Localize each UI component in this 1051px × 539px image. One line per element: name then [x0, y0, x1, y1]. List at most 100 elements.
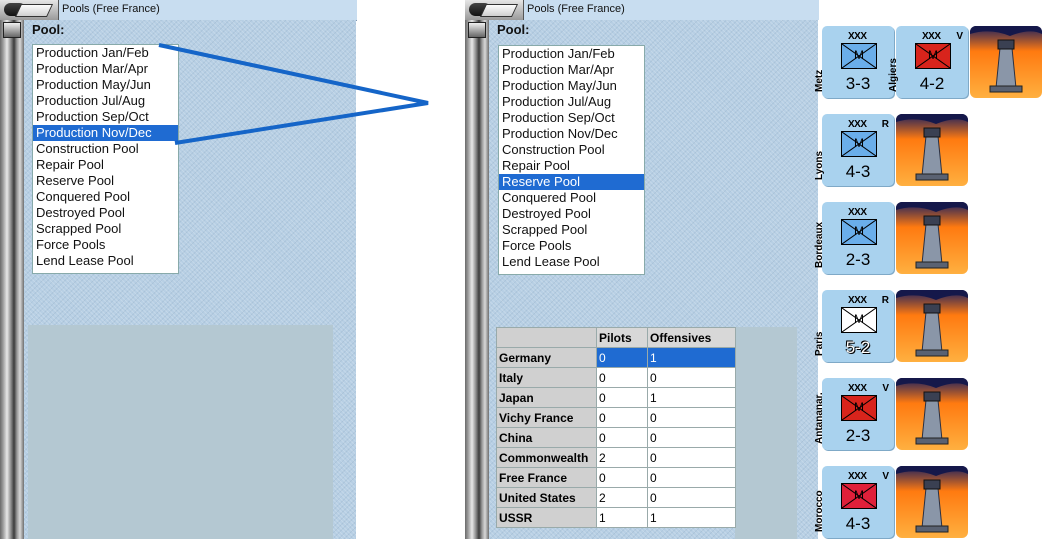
pool-list-item[interactable]: Scrapped Pool — [499, 222, 644, 238]
unit-counter-morocco[interactable]: Morocco XXX V M 4-3 — [814, 466, 894, 538]
pool-list-item[interactable]: Force Pools — [33, 237, 178, 253]
pool-list-item[interactable]: Production Jul/Aug — [499, 94, 644, 110]
pool-listbox[interactable]: Production Jan/Feb Production Mar/Apr Prod… — [32, 44, 179, 274]
unit-flag: V — [882, 383, 889, 394]
table-row[interactable]: Italy 0 0 — [496, 367, 736, 388]
unit-strength: 4-3 — [845, 514, 871, 533]
pool-list-item[interactable]: Production Jan/Feb — [499, 46, 644, 62]
pool-list-item[interactable]: Production Mar/Apr — [499, 62, 644, 78]
table-row[interactable]: USSR 1 1 — [496, 507, 736, 528]
pool-list-item[interactable]: Production Jan/Feb — [33, 45, 178, 61]
offensives-cell[interactable]: 1 — [647, 507, 736, 528]
lighthouse-icon[interactable] — [896, 114, 968, 186]
unit-symbol-icon: M — [841, 483, 877, 509]
table-row[interactable]: Germany 0 1 — [496, 347, 736, 368]
lighthouse-icon[interactable] — [896, 202, 968, 274]
pool-label: Pool: — [497, 22, 530, 37]
pool-list-item[interactable]: Force Pools — [499, 238, 644, 254]
unit-counter-bordeaux[interactable]: Bordeaux XXX M 2-3 — [814, 202, 894, 274]
pool-list-item[interactable]: Conquered Pool — [499, 190, 644, 206]
right-rail[interactable] — [465, 20, 489, 539]
right-title-bar: Pools (Free France) — [465, 0, 819, 21]
pilots-cell[interactable]: 0 — [596, 467, 648, 488]
pool-list-item[interactable]: Repair Pool — [499, 158, 644, 174]
offensives-cell[interactable]: 1 — [647, 387, 736, 408]
unit-counter-paris[interactable]: Paris XXX R M 5-2 — [814, 290, 894, 362]
pool-list-item[interactable]: Production Mar/Apr — [33, 61, 178, 77]
pool-list-item[interactable]: Production Nov/Dec — [499, 126, 644, 142]
table-row[interactable]: Vichy France 0 0 — [496, 407, 736, 428]
pool-list-item[interactable]: Lend Lease Pool — [33, 253, 178, 269]
offensives-cell[interactable]: 1 — [647, 347, 736, 368]
unit-counter-column: Metz XXX M 3-3 Algiers XXX V M 4-2 Lyons XXX R M 4-3 B… — [814, 20, 1051, 539]
unit-size: XXX — [922, 31, 941, 42]
pool-list-item[interactable]: Conquered Pool — [33, 189, 178, 205]
pool-list-item[interactable]: Production May/Jun — [499, 78, 644, 94]
unit-symbol-icon: M — [841, 219, 877, 245]
pilots-cell[interactable]: 0 — [596, 367, 648, 388]
pool-list-item[interactable]: Production Jul/Aug — [33, 93, 178, 109]
pool-list-item[interactable]: Production May/Jun — [33, 77, 178, 93]
offensives-column-header[interactable]: Offensives — [647, 327, 736, 348]
table-row[interactable]: Commonwealth 2 0 — [496, 447, 736, 468]
table-row[interactable]: United States 2 0 — [496, 487, 736, 508]
unit-flag: R — [881, 119, 889, 130]
pool-list-item[interactable]: Production Nov/Dec — [33, 125, 178, 141]
offensives-cell[interactable]: 0 — [647, 427, 736, 448]
offensives-cell[interactable]: 0 — [647, 467, 736, 488]
pilots-cell[interactable]: 1 — [596, 507, 648, 528]
left-rail[interactable] — [0, 20, 24, 539]
lighthouse-icon[interactable] — [896, 466, 968, 538]
unit-size: XXX — [848, 295, 867, 306]
left-pools-window: Pools (Free France) Pool: Production Jan… — [0, 0, 357, 539]
unit-counter-algiers[interactable]: Algiers XXX V M 4-2 — [888, 26, 968, 98]
pool-list-item[interactable]: Reserve Pool — [33, 173, 178, 189]
pool-list-item[interactable]: Construction Pool — [499, 142, 644, 158]
table-row[interactable]: China 0 0 — [496, 427, 736, 448]
pool-list-item[interactable]: Repair Pool — [33, 157, 178, 173]
table-row[interactable]: Japan 0 1 — [496, 387, 736, 408]
window-title: Pools (Free France) — [527, 3, 625, 15]
offensives-cell[interactable]: 0 — [647, 367, 736, 388]
pilots-cell[interactable]: 0 — [596, 387, 648, 408]
offensives-cell[interactable]: 0 — [647, 447, 736, 468]
pilots-cell[interactable]: 0 — [596, 347, 648, 368]
lighthouse-icon[interactable] — [970, 26, 1042, 98]
pilots-cell[interactable]: 2 — [596, 487, 648, 508]
pool-list-item[interactable]: Production Sep/Oct — [499, 110, 644, 126]
unit-flag: V — [882, 471, 889, 482]
pool-list-item[interactable]: Construction Pool — [33, 141, 178, 157]
pool-list-item[interactable]: Lend Lease Pool — [499, 254, 644, 270]
title-gap — [357, 0, 465, 20]
lighthouse-icon[interactable] — [896, 290, 968, 362]
pool-list-item[interactable]: Destroyed Pool — [499, 206, 644, 222]
window-menu-icon[interactable] — [0, 0, 59, 20]
pool-list-item[interactable]: Production Sep/Oct — [33, 109, 178, 125]
offensives-cell[interactable]: 0 — [647, 407, 736, 428]
table-corner-header — [496, 327, 597, 348]
pool-listbox[interactable]: Production Jan/Feb Production Mar/Apr Prod… — [498, 45, 645, 275]
unit-symbol-icon: M — [841, 43, 877, 69]
window-menu-icon[interactable] — [465, 0, 524, 20]
country-cell: Japan — [496, 387, 597, 408]
pilots-cell[interactable]: 0 — [596, 407, 648, 428]
divider-gap — [357, 20, 465, 539]
lighthouse-icon[interactable] — [896, 378, 968, 450]
pilots-cell[interactable]: 2 — [596, 447, 648, 468]
pool-list-item[interactable]: Reserve Pool — [499, 174, 644, 190]
pool-list-item[interactable]: Scrapped Pool — [33, 221, 178, 237]
unit-size: XXX — [848, 207, 867, 218]
pilots-column-header[interactable]: Pilots — [596, 327, 648, 348]
country-cell: Free France — [496, 467, 597, 488]
pilots-cell[interactable]: 0 — [596, 427, 648, 448]
pool-list-item[interactable]: Destroyed Pool — [33, 205, 178, 221]
table-row[interactable]: Free France 0 0 — [496, 467, 736, 488]
unit-counter-lyons[interactable]: Lyons XXX R M 4-3 — [814, 114, 894, 186]
unit-strength: 4-3 — [845, 162, 871, 181]
unit-type: M — [854, 224, 864, 238]
unit-counter-antananar[interactable]: Antananar. XXX V M 2-3 — [814, 378, 894, 450]
table-header-row: Pilots Offensives — [496, 327, 736, 348]
offensives-cell[interactable]: 0 — [647, 487, 736, 508]
unit-type: M — [854, 136, 864, 150]
unit-counter-metz[interactable]: Metz XXX M 3-3 — [814, 26, 894, 98]
